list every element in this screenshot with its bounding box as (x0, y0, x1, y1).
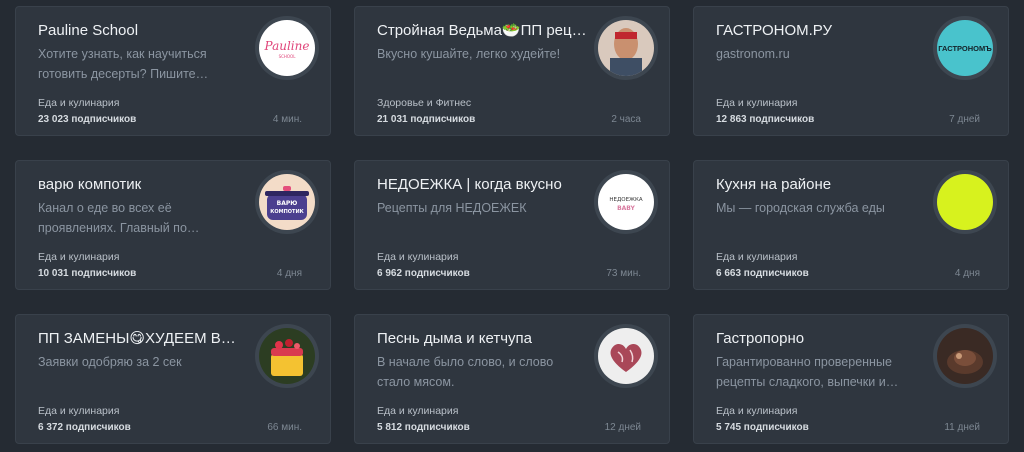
avatar[interactable]: ГАСТРОНОМЪ (933, 16, 997, 80)
last-post-time: 73 мин. (606, 268, 641, 279)
last-post-time: 4 дня (276, 268, 302, 279)
last-post-time: 2 часа (611, 114, 641, 125)
meat-heart-avatar-icon (598, 328, 654, 384)
last-post-time: 11 дней (944, 422, 980, 433)
channel-category: Еда и кулинария (716, 251, 798, 263)
channel-card[interactable]: ГАСТРОНОМ.РУ gastronom.ru Еда и кулинари… (693, 6, 1009, 136)
avatar[interactable]: Pauline SCHOOL (255, 16, 319, 80)
svg-text:ВАРЮ: ВАРЮ (277, 200, 298, 207)
gastronom-logo-icon: ГАСТРОНОМЪ (937, 20, 993, 76)
channel-description: Заявки одобряю за 2 сек (38, 355, 182, 369)
pot-logo-icon: ВАРЮ КОМПОТИК (259, 174, 315, 230)
channel-card[interactable]: Гастропорно Гарантированно проверенные р… (693, 314, 1009, 444)
subscriber-count: 5 812 подписчиков (377, 422, 470, 433)
channel-card[interactable]: Стройная Ведьма🥗ПП рец… Вкусно кушайте, … (354, 6, 670, 136)
channel-description: gastronom.ru (716, 47, 790, 61)
avatar[interactable] (594, 324, 658, 388)
subscriber-count: 10 031 подписчиков (38, 268, 137, 279)
dessert-photo-avatar-icon (259, 328, 315, 384)
channel-description: Гарантированно проверенные рецепты сладк… (716, 355, 899, 389)
channel-category: Здоровье и Фитнес (377, 97, 472, 109)
channel-title: ГАСТРОНОМ.РУ (716, 22, 833, 39)
channel-title: Стройная Ведьма🥗ПП рец… (377, 22, 587, 39)
channel-description: Вкусно кушайте, легко худейте! (377, 47, 561, 61)
subscriber-count: 6 372 подписчиков (38, 422, 131, 433)
food-photo-avatar-icon (937, 328, 993, 384)
channel-title: НЕДОЕЖКА | когда вкусно (377, 176, 562, 193)
channel-card[interactable]: НЕДОЕЖКА | когда вкусно Рецепты для НЕДО… (354, 160, 670, 290)
svg-text:BABY: BABY (617, 205, 635, 212)
svg-text:НЕДОЕЖКА: НЕДОЕЖКА (609, 197, 643, 203)
avatar[interactable] (255, 324, 319, 388)
subscriber-count: 6 962 подписчиков (377, 268, 470, 279)
channel-title: варю компотик (38, 176, 142, 193)
channel-description: В начале было слово, и слово стало мясом… (377, 355, 554, 389)
subscriber-count: 12 863 подписчиков (716, 114, 815, 125)
avatar[interactable]: ВАРЮ КОМПОТИК (255, 170, 319, 234)
pauline-school-logo-icon: Pauline SCHOOL (259, 20, 315, 76)
avatar[interactable] (594, 16, 658, 80)
subscriber-count: 21 031 подписчиков (377, 114, 476, 125)
svg-text:ГАСТРОНОМЪ: ГАСТРОНОМЪ (938, 44, 992, 53)
channel-card[interactable]: Pauline School Хотите узнать, как научит… (15, 6, 331, 136)
lime-circle-avatar-icon (937, 174, 993, 230)
svg-text:SCHOOL: SCHOOL (279, 54, 297, 59)
channel-category: Еда и кулинария (377, 405, 459, 417)
channel-category: Еда и кулинария (716, 97, 798, 109)
last-post-time: 66 мин. (267, 422, 302, 433)
nedoezhka-logo-icon: НЕДОЕЖКА BABY (598, 174, 654, 230)
svg-text:Pauline: Pauline (264, 39, 310, 53)
channel-description: Мы — городская служба еды (716, 201, 885, 215)
channel-description: Канал о еде во всех её проявлениях. Глав… (38, 201, 200, 235)
channel-category: Еда и кулинария (716, 405, 798, 417)
channel-category: Еда и кулинария (38, 405, 120, 417)
channel-title: Песнь дыма и кетчупа (377, 330, 533, 347)
channel-title: ПП ЗАМЕНЫ😋ХУДЕЕМ В… (38, 330, 236, 347)
svg-text:КОМПОТИК: КОМПОТИК (270, 209, 304, 215)
last-post-time: 4 мин. (272, 114, 302, 125)
avatar[interactable] (933, 324, 997, 388)
channel-card[interactable]: варю компотик Канал о еде во всех её про… (15, 160, 331, 290)
channel-description: Рецепты для НЕДОЕЖЕК (377, 201, 527, 215)
last-post-time: 7 дней (949, 114, 980, 125)
avatar[interactable]: НЕДОЕЖКА BABY (594, 170, 658, 234)
last-post-time: 12 дней (604, 422, 641, 433)
channel-category: Еда и кулинария (38, 97, 120, 109)
channel-category: Еда и кулинария (38, 251, 120, 263)
subscriber-count: 6 663 подписчиков (716, 268, 809, 279)
last-post-time: 4 дня (954, 268, 980, 279)
fitness-photo-avatar-icon (598, 20, 654, 76)
avatar[interactable] (933, 170, 997, 234)
channel-title: Кухня на районе (716, 176, 832, 193)
channel-grid: Pauline School Хотите узнать, как научит… (0, 0, 1024, 452)
channel-description: Хотите узнать, как научиться готовить де… (38, 47, 209, 81)
channel-category: Еда и кулинария (377, 251, 459, 263)
channel-card[interactable]: Песнь дыма и кетчупа В начале было слово… (354, 314, 670, 444)
channel-card[interactable]: ПП ЗАМЕНЫ😋ХУДЕЕМ В… Заявки одобряю за 2 … (15, 314, 331, 444)
subscriber-count: 5 745 подписчиков (716, 422, 809, 433)
channel-card[interactable]: Кухня на районе Мы — городская служба ед… (693, 160, 1009, 290)
subscriber-count: 23 023 подписчиков (38, 114, 137, 125)
channel-title: Гастропорно (716, 330, 805, 347)
channel-title: Pauline School (38, 22, 139, 39)
